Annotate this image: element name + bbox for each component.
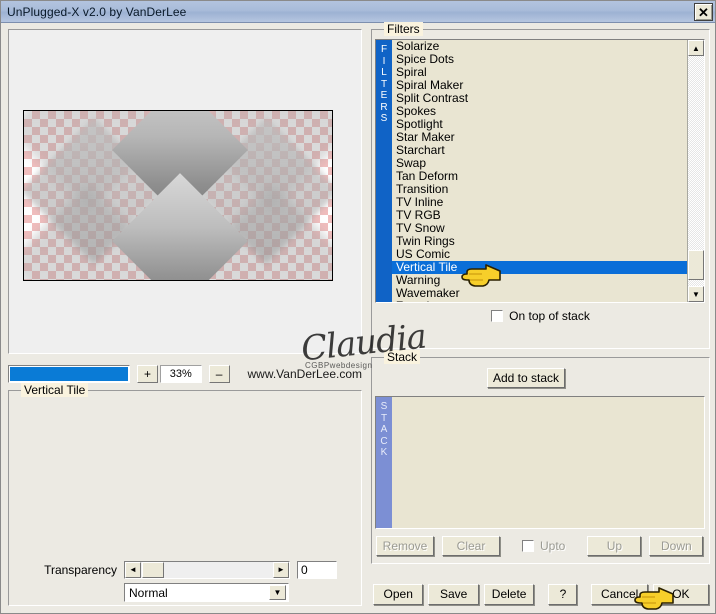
transparency-label: Transparency xyxy=(44,563,117,577)
remove-button[interactable]: Remove xyxy=(376,536,434,556)
ok-button[interactable]: OK xyxy=(652,583,710,605)
zoom-level-value: 33% xyxy=(159,365,202,383)
filters-group: Filters F I L T E R S Solarize Spice Dot… xyxy=(371,22,710,349)
unplugged-x-dialog: UnPlugged-X v2.0 by VanDerLee ✕ + 33% – … xyxy=(0,0,716,614)
window-title: UnPlugged-X v2.0 by VanDerLee xyxy=(7,4,187,19)
blend-mode-value: Normal xyxy=(129,585,168,600)
zoom-in-button[interactable]: + xyxy=(137,365,158,383)
filters-strip-letter: R xyxy=(380,101,388,113)
stack-side-label: S T A C K xyxy=(376,397,392,528)
stack-legend: Stack xyxy=(384,350,421,364)
scroll-down-icon[interactable]: ▼ xyxy=(688,286,704,302)
chevron-down-icon[interactable]: ▼ xyxy=(269,585,286,600)
slider-right-arrow-icon[interactable]: ► xyxy=(273,562,289,578)
filters-strip-letter: S xyxy=(380,113,388,124)
dialog-buttons: Open Save Delete ? Cancel OK xyxy=(373,583,710,605)
upto-label: Upto xyxy=(540,539,566,553)
on-top-of-stack-checkbox[interactable] xyxy=(491,310,504,322)
move-down-button[interactable]: Down xyxy=(649,536,704,556)
filters-strip-letter: T xyxy=(380,78,388,90)
filters-strip-letter: F xyxy=(380,44,388,55)
save-button[interactable]: Save xyxy=(428,583,479,605)
progress-bar xyxy=(8,365,131,383)
stack-strip-letter: K xyxy=(380,447,388,458)
stack-strip-letter: A xyxy=(380,424,388,435)
stack-strip-letter: C xyxy=(380,435,388,447)
list-item[interactable]: Spice Dots xyxy=(392,53,687,66)
filters-scrollbar[interactable]: ▲ ▼ xyxy=(687,40,704,302)
stack-strip-letter: T xyxy=(380,412,388,424)
move-up-button[interactable]: Up xyxy=(587,536,642,556)
filters-legend: Filters xyxy=(384,22,423,36)
stack-strip-letter: S xyxy=(380,401,388,412)
open-button[interactable]: Open xyxy=(373,583,424,605)
transparency-slider[interactable]: ◄ ► xyxy=(124,561,290,579)
zoom-out-button[interactable]: – xyxy=(208,365,230,383)
scrollbar-thumb[interactable] xyxy=(688,250,704,280)
filter-settings-group: Vertical Tile Transparency ◄ ► 0 Normal … xyxy=(8,383,362,606)
upto-checkbox[interactable] xyxy=(522,540,534,552)
preview-image[interactable] xyxy=(23,110,333,281)
filters-strip-letter: E xyxy=(380,90,388,101)
help-button[interactable]: ? xyxy=(548,583,578,605)
website-link[interactable]: www.VanDerLee.com xyxy=(248,367,363,381)
filters-side-label: F I L T E R S xyxy=(376,40,392,302)
stack-listbox-container: S T A C K xyxy=(375,396,705,529)
stack-actions: Remove Clear Upto Up Down xyxy=(376,536,707,556)
blend-mode-select[interactable]: Normal ▼ xyxy=(124,583,289,602)
slider-left-arrow-icon[interactable]: ◄ xyxy=(125,562,141,578)
list-item[interactable]: Split Contrast xyxy=(392,92,687,105)
filters-strip-letter: L xyxy=(381,67,387,78)
preview-panel xyxy=(8,29,362,354)
close-icon[interactable]: ✕ xyxy=(694,3,713,21)
filters-listbox-container: F I L T E R S Solarize Spice Dots Spiral… xyxy=(375,39,705,303)
stack-group: Stack Add to stack S T A C K Remove Clea… xyxy=(371,350,710,564)
filter-settings-legend: Vertical Tile xyxy=(21,383,89,397)
add-to-stack-button[interactable]: Add to stack xyxy=(487,368,565,388)
on-top-of-stack-label: On top of stack xyxy=(509,309,590,323)
cancel-button[interactable]: Cancel xyxy=(591,583,648,605)
filters-list[interactable]: Solarize Spice Dots Spiral Spiral Maker … xyxy=(392,40,687,302)
list-item[interactable]: Starchart xyxy=(392,144,687,157)
upto-group: Upto xyxy=(522,539,565,553)
title-bar: UnPlugged-X v2.0 by VanDerLee ✕ xyxy=(1,1,715,23)
on-top-of-stack-row: On top of stack xyxy=(372,309,709,323)
transparency-value-field[interactable]: 0 xyxy=(297,561,337,579)
progress-fill xyxy=(10,367,129,381)
scroll-up-icon[interactable]: ▲ xyxy=(688,40,704,56)
transparency-row: Transparency ◄ ► 0 xyxy=(41,560,353,580)
list-item[interactable]: Zoomlens xyxy=(392,300,687,303)
filters-strip-letter: I xyxy=(382,55,386,67)
clear-button[interactable]: Clear xyxy=(442,536,500,556)
preview-pattern xyxy=(24,111,332,280)
delete-button[interactable]: Delete xyxy=(483,583,535,605)
slider-thumb[interactable] xyxy=(142,562,164,578)
stack-list[interactable] xyxy=(392,397,704,528)
zoom-toolbar: + 33% – www.VanDerLee.com xyxy=(8,364,362,384)
